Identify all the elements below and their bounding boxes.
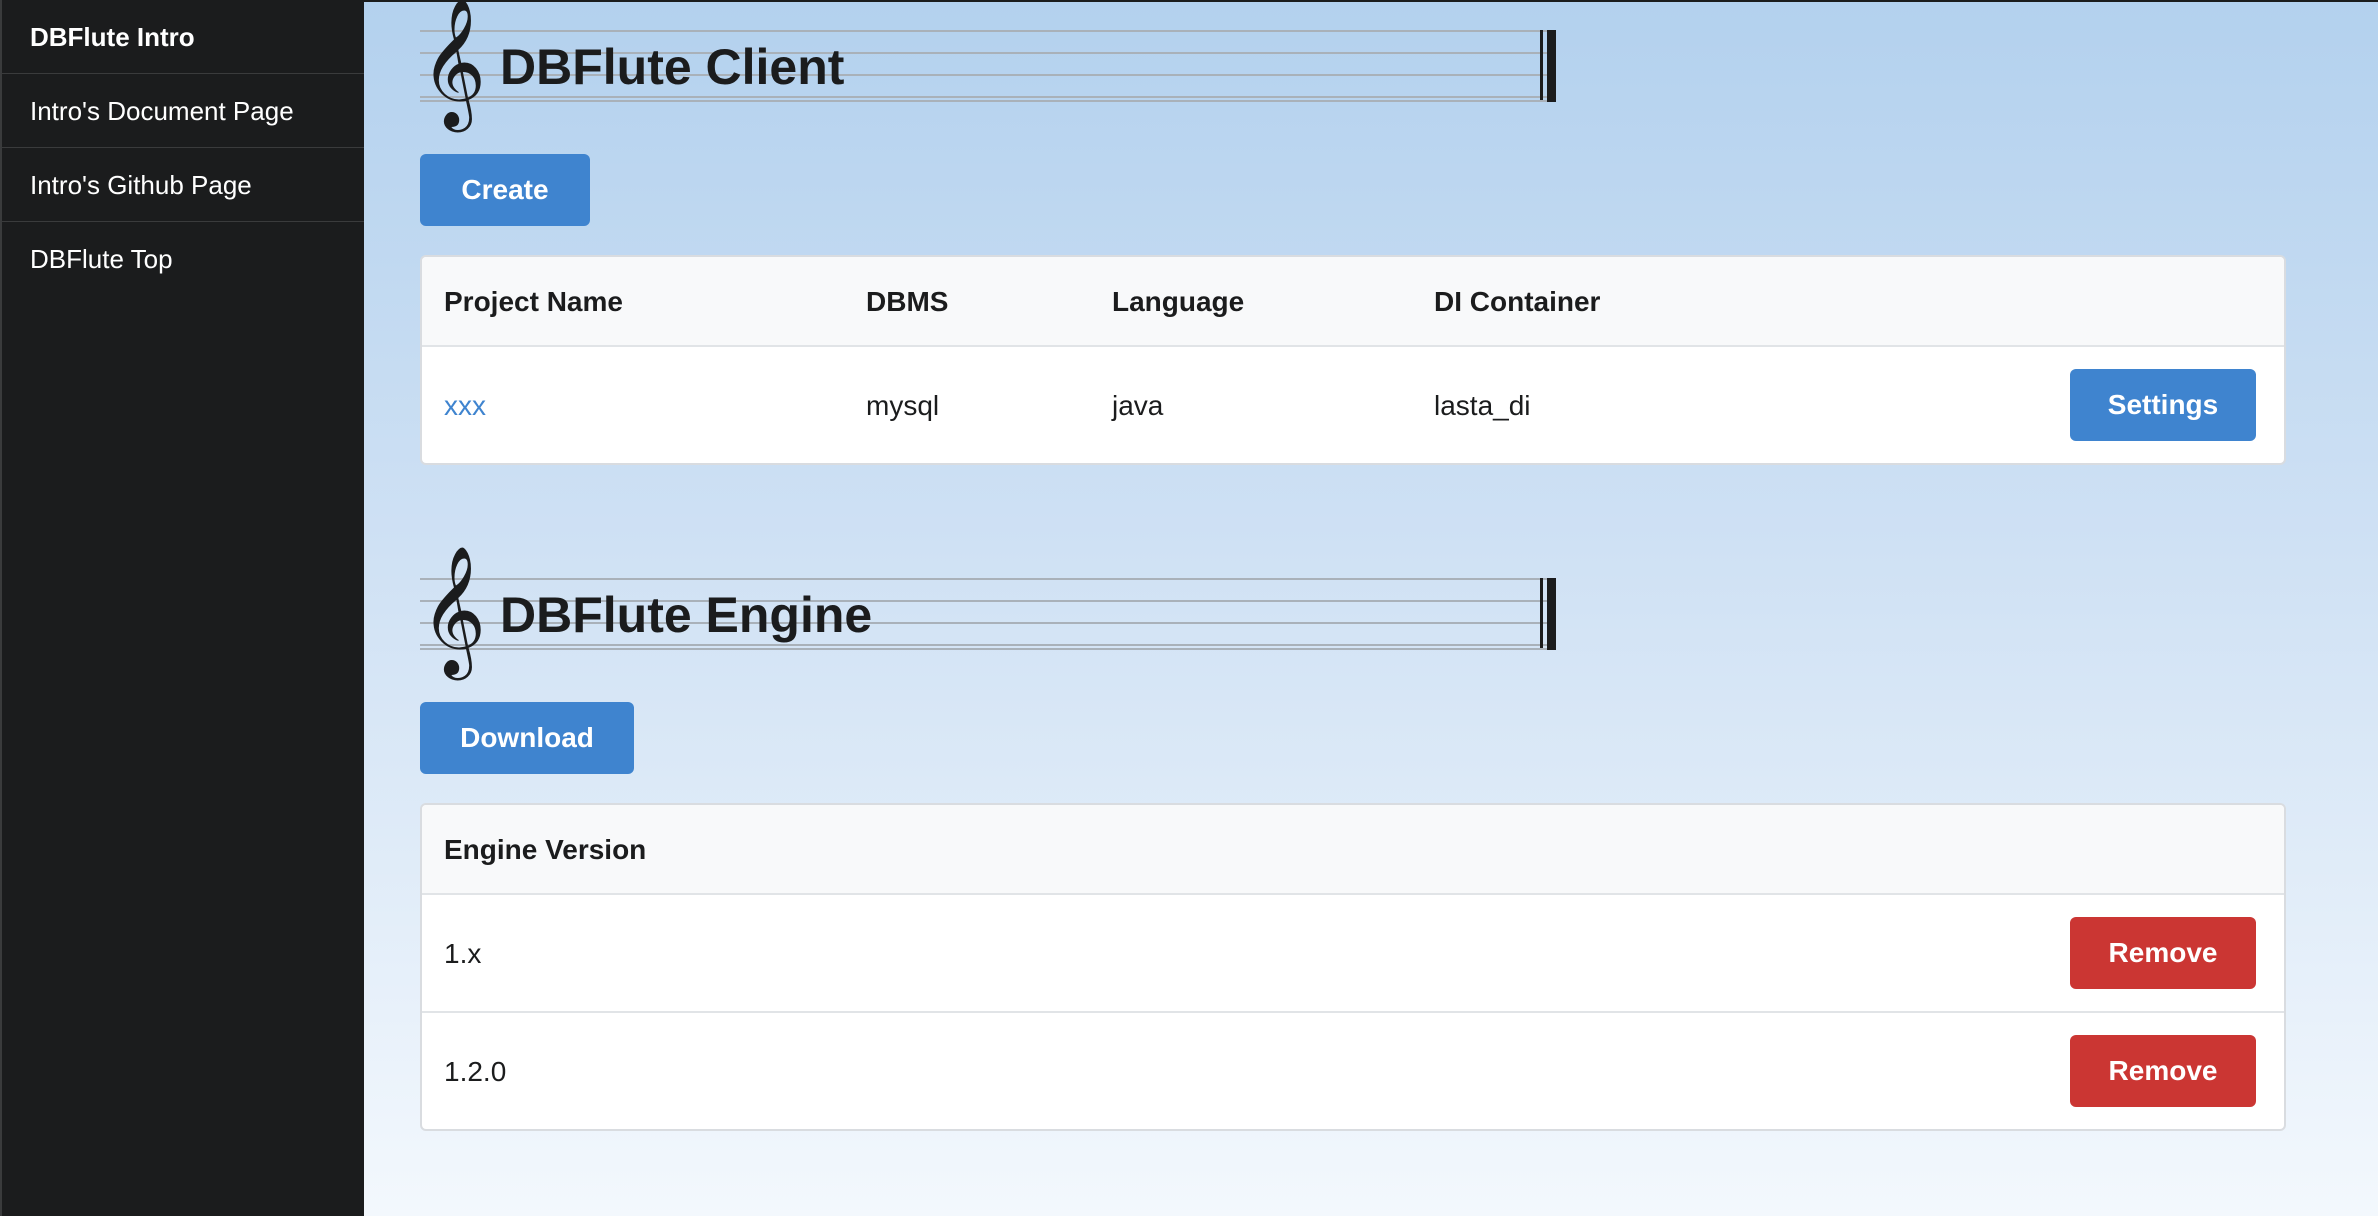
language-cell: java	[1112, 390, 1164, 421]
column-header-language: Language	[1112, 286, 1245, 317]
staff-line	[420, 30, 1550, 32]
sidebar-item-dbflute-top[interactable]: DBFlute Top	[2, 222, 364, 296]
column-header-di-container: DI Container	[1434, 286, 1601, 317]
staff-line	[420, 578, 1550, 580]
treble-clef-icon: 𝄞	[420, 545, 487, 675]
di-container-cell: lasta_di	[1434, 390, 1531, 421]
column-header-dbms: DBMS	[866, 286, 949, 317]
client-table: Project Name DBMS Language DI Container …	[420, 255, 2286, 465]
sidebar-item-intro-github-page[interactable]: Intro's Github Page	[2, 148, 364, 222]
client-section-heading: 𝄞 DBFlute Client	[420, 0, 1556, 128]
download-button[interactable]: Download	[420, 702, 634, 774]
staff-bar-thin	[1540, 30, 1543, 100]
table-row: xxx mysql java lasta_di Settings	[422, 347, 2284, 463]
staff-bar-thick	[1547, 30, 1556, 102]
staff-line	[420, 644, 1550, 646]
dbms-cell: mysql	[866, 390, 940, 421]
remove-button[interactable]: Remove	[2070, 1035, 2256, 1107]
client-table-header: Project Name DBMS Language DI Container	[422, 257, 2284, 347]
settings-button[interactable]: Settings	[2070, 369, 2256, 441]
create-button[interactable]: Create	[420, 154, 590, 226]
sidebar-menu: DBFlute Intro Intro's Document Page Intr…	[0, 0, 364, 1216]
engine-version-cell: 1.2.0	[444, 1056, 507, 1087]
column-header-engine-version: Engine Version	[444, 834, 647, 865]
client-section-title: DBFlute Client	[500, 39, 845, 95]
engine-section-heading: 𝄞 DBFlute Engine	[420, 545, 1556, 676]
engine-section-title: DBFlute Engine	[500, 587, 873, 643]
engine-table-header: Engine Version	[422, 805, 2284, 895]
project-name-link[interactable]: xxx	[444, 347, 486, 463]
staff-bar-thin	[1540, 578, 1543, 648]
engine-table: Engine Version 1.x Remove 1.2.0 Remove	[420, 803, 2286, 1131]
staff-line	[420, 648, 1550, 650]
staff-bar-thick	[1547, 578, 1556, 650]
sidebar-item-intro-document-page[interactable]: Intro's Document Page	[2, 74, 364, 148]
table-row: 1.2.0 Remove	[422, 1013, 2284, 1129]
column-header-project-name: Project Name	[444, 286, 623, 317]
staff-line	[420, 96, 1550, 98]
sidebar-item-dbflute-intro[interactable]: DBFlute Intro	[2, 0, 364, 74]
engine-version-cell: 1.x	[444, 938, 482, 969]
treble-clef-icon: 𝄞	[420, 0, 487, 127]
staff-line	[420, 100, 1550, 102]
table-row: 1.x Remove	[422, 895, 2284, 1013]
remove-button[interactable]: Remove	[2070, 917, 2256, 989]
